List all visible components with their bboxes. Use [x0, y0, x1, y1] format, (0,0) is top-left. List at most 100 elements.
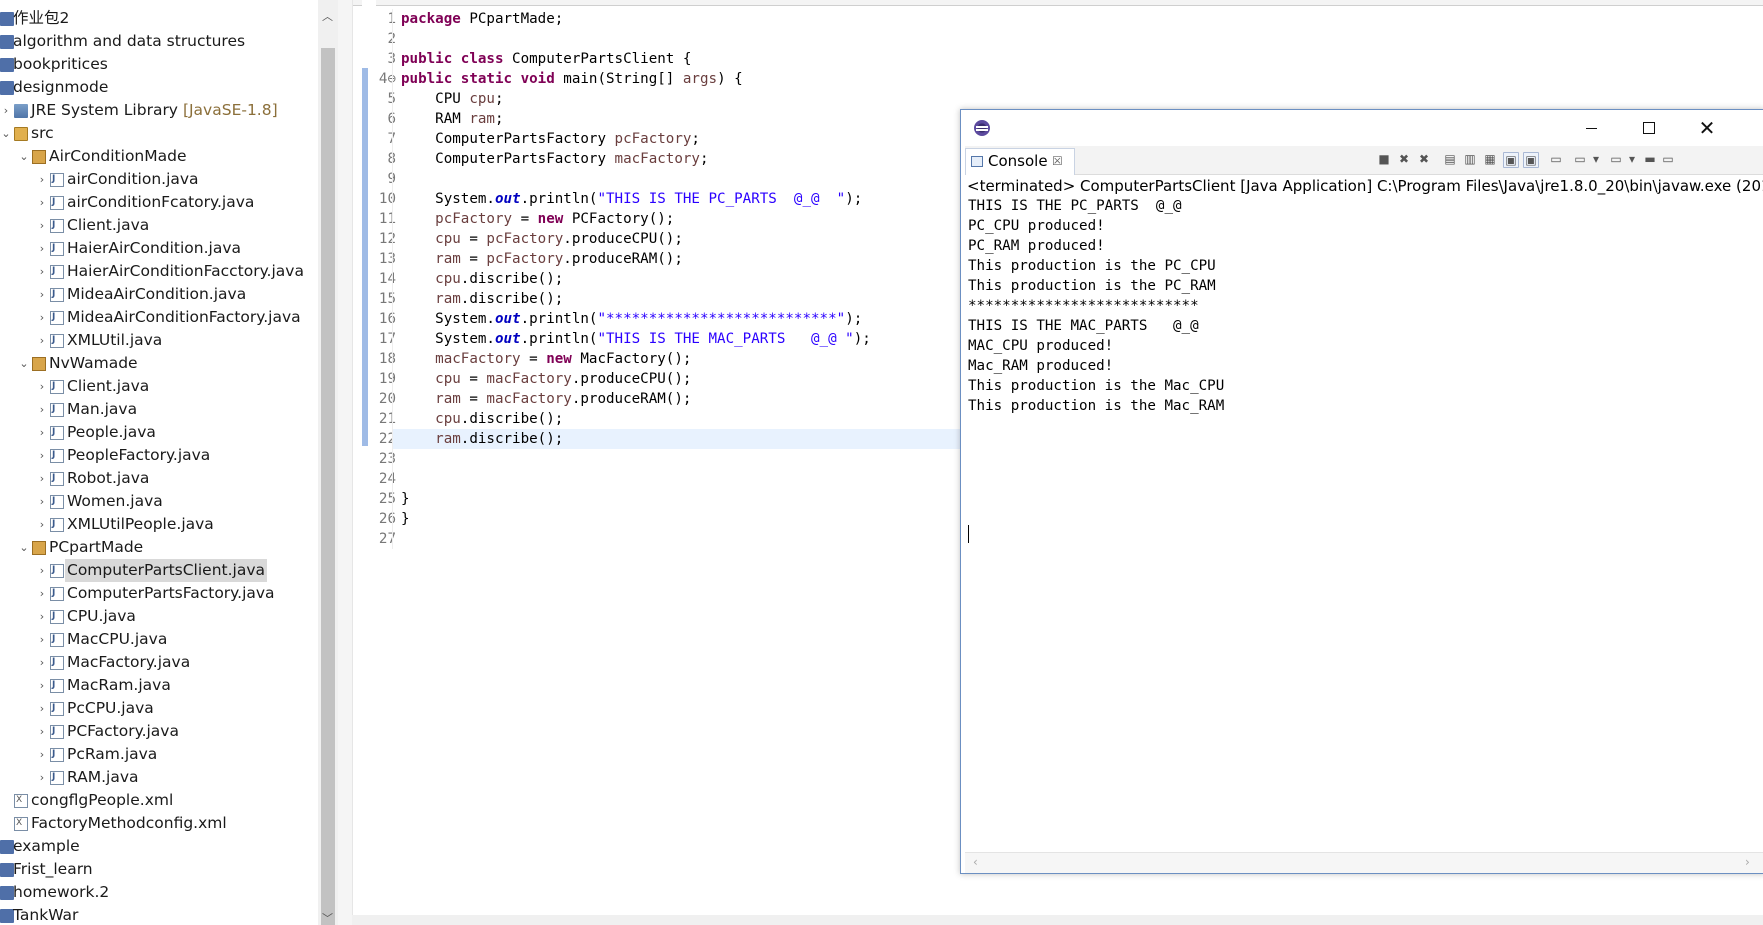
- tree-item[interactable]: bookpritices: [0, 53, 318, 76]
- tree-item[interactable]: FactoryMethodconfig.xml: [0, 812, 318, 835]
- expand-arrow-icon[interactable]: ›: [36, 375, 48, 398]
- close-window-button[interactable]: ✕: [1678, 110, 1736, 146]
- expand-arrow-icon[interactable]: ›: [36, 214, 48, 237]
- code-line[interactable]: CPU cpu;: [393, 89, 1753, 109]
- pin-console-icon[interactable]: ▭: [1549, 152, 1563, 166]
- expand-arrow-icon[interactable]: ›: [36, 444, 48, 467]
- tree-item[interactable]: example: [0, 835, 318, 858]
- expand-arrow-icon[interactable]: ›: [36, 766, 48, 789]
- tree-item[interactable]: › PcCPU.java: [0, 697, 318, 720]
- tree-item[interactable]: › HaierAirConditionFacctory.java: [0, 260, 318, 283]
- expand-arrow-icon[interactable]: ›: [36, 513, 48, 536]
- tree-item[interactable]: › MacFactory.java: [0, 651, 318, 674]
- tree-item[interactable]: › JRE System Library [JavaSE-1.8]: [0, 99, 318, 122]
- tree-item[interactable]: › RAM.java: [0, 766, 318, 789]
- tree-item[interactable]: › PCFactory.java: [0, 720, 318, 743]
- expand-arrow-icon[interactable]: ›: [36, 697, 48, 720]
- expand-arrow-icon[interactable]: ›: [36, 306, 48, 329]
- open-console-icon[interactable]: ▭: [1609, 152, 1623, 166]
- tree-item[interactable]: › MacCPU.java: [0, 628, 318, 651]
- scroll-left-icon[interactable]: ‹: [973, 855, 978, 869]
- tree-item[interactable]: › Man.java: [0, 398, 318, 421]
- tree-item[interactable]: › MacRam.java: [0, 674, 318, 697]
- close-tab-icon[interactable]: ☒: [1052, 149, 1063, 174]
- window-title-bar[interactable]: ✕: [961, 110, 1763, 146]
- tree-item[interactable]: › CPU.java: [0, 605, 318, 628]
- tree-item[interactable]: › Client.java: [0, 214, 318, 237]
- word-wrap-icon[interactable]: ▦: [1483, 152, 1497, 166]
- tree-item[interactable]: ⌄ PCpartMade: [0, 536, 318, 559]
- collapse-arrow-icon[interactable]: ⌄: [18, 145, 30, 168]
- scroll-lock-icon[interactable]: ▥: [1463, 152, 1477, 166]
- tree-item[interactable]: › XMLUtil.java: [0, 329, 318, 352]
- console-vertical-scrollbar[interactable]: [1748, 196, 1763, 852]
- scroll-up-icon[interactable]: ︿: [322, 8, 333, 24]
- tree-item[interactable]: › airCondition.java: [0, 168, 318, 191]
- expand-arrow-icon[interactable]: ›: [36, 651, 48, 674]
- remove-launch-icon[interactable]: ✖: [1397, 152, 1411, 166]
- expand-arrow-icon[interactable]: ›: [36, 674, 48, 697]
- expand-arrow-icon[interactable]: ›: [36, 260, 48, 283]
- remove-all-launches-icon[interactable]: ✖: [1417, 152, 1431, 166]
- code-line[interactable]: package PCpartMade;: [393, 9, 1753, 29]
- show-on-stdout-icon[interactable]: ▣: [1503, 152, 1519, 168]
- scroll-right-icon[interactable]: ›: [1745, 855, 1750, 869]
- tree-item[interactable]: ⌄ NvWamade: [0, 352, 318, 375]
- tree-item[interactable]: › HaierAirCondition.java: [0, 237, 318, 260]
- expand-arrow-icon[interactable]: ›: [36, 467, 48, 490]
- expand-arrow-icon[interactable]: ›: [36, 743, 48, 766]
- show-on-stderr-icon[interactable]: ▣: [1523, 152, 1539, 168]
- tree-item[interactable]: 作业包2: [0, 7, 318, 30]
- tree-item[interactable]: › Client.java: [0, 375, 318, 398]
- tree-item[interactable]: › ComputerPartsFactory.java: [0, 582, 318, 605]
- tree-item[interactable]: › ComputerPartsClient.java: [0, 559, 318, 582]
- collapse-arrow-icon[interactable]: ⌄: [18, 536, 30, 559]
- tab-console[interactable]: Console ☒: [965, 148, 1075, 175]
- tree-item[interactable]: › PcRam.java: [0, 743, 318, 766]
- expand-arrow-icon[interactable]: ›: [36, 490, 48, 513]
- minimize-button[interactable]: [1562, 110, 1620, 146]
- display-console-icon[interactable]: ▭: [1573, 152, 1587, 166]
- expand-arrow-icon[interactable]: ›: [36, 605, 48, 628]
- expand-arrow-icon[interactable]: ›: [36, 720, 48, 743]
- explorer-scrollbar[interactable]: ︿ ﹀: [318, 0, 338, 925]
- editor-horizontal-scrollbar[interactable]: [352, 915, 1763, 925]
- expand-arrow-icon[interactable]: ›: [36, 628, 48, 651]
- view-maximize-icon[interactable]: ▭: [1661, 152, 1675, 166]
- expand-arrow-icon[interactable]: ›: [36, 559, 48, 582]
- expand-arrow-icon[interactable]: ›: [36, 168, 48, 191]
- tree-item[interactable]: › Robot.java: [0, 467, 318, 490]
- tree-item[interactable]: Frist_learn: [0, 858, 318, 881]
- tree-item[interactable]: › People.java: [0, 421, 318, 444]
- collapse-arrow-icon[interactable]: ⌄: [0, 122, 12, 145]
- view-minimize-icon[interactable]: ▬: [1643, 152, 1657, 166]
- tree-item[interactable]: TankWar: [0, 904, 318, 925]
- expand-arrow-icon[interactable]: ›: [36, 421, 48, 444]
- tree-item[interactable]: › airConditionFcatory.java: [0, 191, 318, 214]
- tree-item[interactable]: › MideaAirConditionFactory.java: [0, 306, 318, 329]
- tree-item[interactable]: algorithm and data structures: [0, 30, 318, 53]
- expand-arrow-icon[interactable]: ›: [36, 191, 48, 214]
- scroll-down-icon[interactable]: ﹀: [322, 910, 333, 925]
- code-line[interactable]: [393, 29, 1753, 49]
- expand-arrow-icon[interactable]: ›: [36, 237, 48, 260]
- tree-item[interactable]: › Women.java: [0, 490, 318, 513]
- tree-item[interactable]: › XMLUtilPeople.java: [0, 513, 318, 536]
- open-console-dropdown-icon[interactable]: ▾: [1625, 152, 1639, 166]
- expand-arrow-icon[interactable]: ›: [0, 99, 12, 122]
- tree-item[interactable]: ⌄ AirConditionMade: [0, 145, 318, 168]
- scrollbar-thumb[interactable]: [321, 48, 335, 925]
- expand-arrow-icon[interactable]: ›: [36, 582, 48, 605]
- expand-arrow-icon[interactable]: ›: [36, 283, 48, 306]
- tree-item[interactable]: designmode: [0, 76, 318, 99]
- console-horizontal-scrollbar[interactable]: ‹ ›: [965, 852, 1763, 873]
- console-output[interactable]: THIS IS THE PC_PARTS @_@ PC_CPU produced!…: [968, 196, 1758, 416]
- clear-console-icon[interactable]: ▤: [1443, 152, 1457, 166]
- tree-item[interactable]: › PeopleFactory.java: [0, 444, 318, 467]
- display-console-dropdown-icon[interactable]: ▾: [1589, 152, 1603, 166]
- collapse-arrow-icon[interactable]: ⌄: [18, 352, 30, 375]
- tree-item[interactable]: ⌄ src: [0, 122, 318, 145]
- tree-item[interactable]: homework.2: [0, 881, 318, 904]
- tree-item[interactable]: congflgPeople.xml: [0, 789, 318, 812]
- code-line[interactable]: public static void main(String[] args) {: [393, 69, 1753, 89]
